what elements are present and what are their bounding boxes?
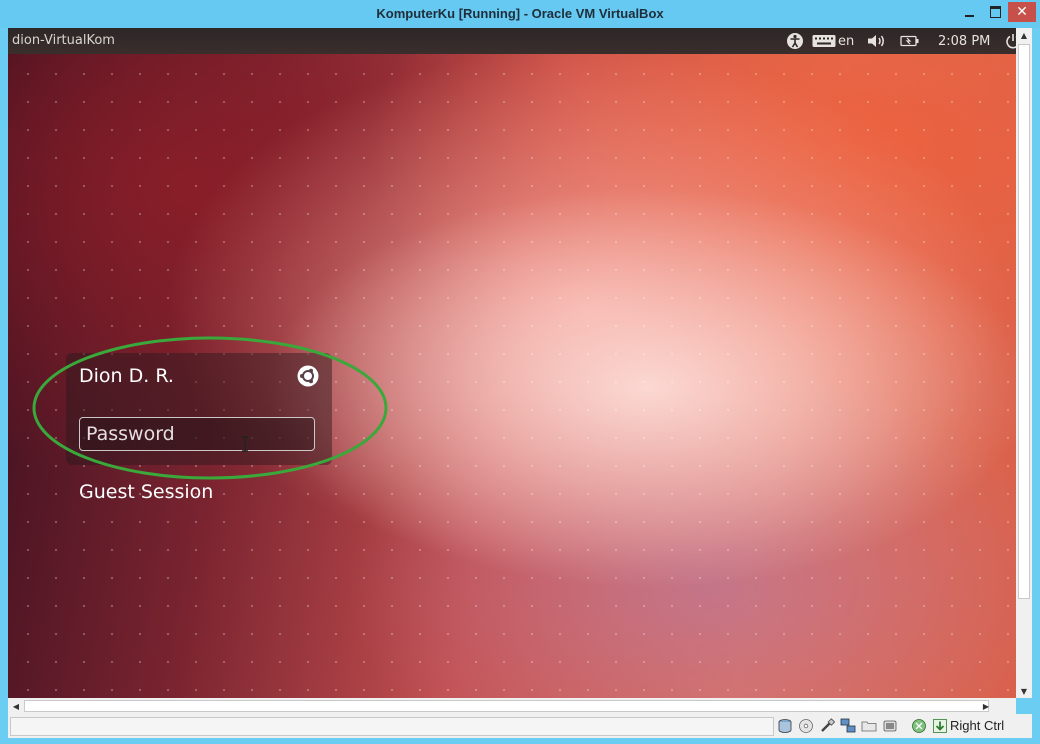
- window-title: KomputerKu [Running] - Oracle VM Virtual…: [376, 6, 664, 21]
- battery-icon[interactable]: [900, 28, 920, 54]
- accessibility-icon[interactable]: [786, 28, 804, 54]
- language-indicator[interactable]: en: [838, 28, 854, 54]
- scroll-left-arrow-icon[interactable]: ◀: [8, 699, 24, 713]
- optical-drive-icon[interactable]: [797, 717, 814, 734]
- virtualbox-window: KomputerKu [Running] - Oracle VM Virtual…: [0, 0, 1040, 744]
- status-bar: Right Ctrl: [8, 714, 1032, 738]
- close-button[interactable]: ✕: [1008, 2, 1036, 22]
- hard-disk-icon[interactable]: [776, 717, 793, 734]
- maximize-button[interactable]: [982, 2, 1008, 22]
- hostname-label: dion-VirtualKom: [12, 33, 115, 48]
- power-icon[interactable]: [1005, 28, 1016, 54]
- clock-label[interactable]: 2:08 PM: [938, 28, 990, 54]
- minimize-icon: [964, 15, 974, 17]
- shared-folders-icon[interactable]: [860, 717, 877, 734]
- video-capture-icon[interactable]: [881, 717, 898, 734]
- minimize-button[interactable]: [956, 2, 982, 22]
- host-key-label: Right Ctrl: [950, 718, 1005, 733]
- usb-icon[interactable]: [818, 717, 835, 734]
- guest-display[interactable]: dion-VirtualKom en 2:08 PM Dion D. R. Gu…: [8, 28, 1016, 698]
- scroll-right-arrow-icon[interactable]: ▶: [978, 699, 994, 713]
- mouse-integration-icon[interactable]: [910, 717, 927, 734]
- status-message-field: [10, 717, 774, 736]
- scroll-down-arrow-icon[interactable]: ▼: [1016, 684, 1032, 698]
- maximize-icon: [989, 6, 1001, 18]
- vertical-scroll-thumb[interactable]: [1018, 44, 1030, 599]
- horizontal-scroll-thumb[interactable]: [24, 700, 989, 712]
- network-icon[interactable]: [839, 717, 856, 734]
- close-icon: ✕: [1016, 4, 1028, 20]
- horizontal-scrollbar[interactable]: ◀ ▶: [8, 698, 1016, 714]
- volume-icon[interactable]: [866, 28, 888, 54]
- scroll-up-arrow-icon[interactable]: ▲: [1016, 28, 1032, 42]
- vertical-scrollbar[interactable]: ▲ ▼: [1016, 28, 1032, 698]
- host-key-arrow-icon[interactable]: [931, 717, 948, 734]
- window-titlebar[interactable]: KomputerKu [Running] - Oracle VM Virtual…: [0, 0, 1040, 28]
- top-panel: dion-VirtualKom en 2:08 PM: [8, 28, 1016, 54]
- highlight-ellipse: [32, 336, 388, 480]
- keyboard-icon[interactable]: [812, 28, 836, 54]
- guest-session-option[interactable]: Guest Session: [79, 481, 213, 503]
